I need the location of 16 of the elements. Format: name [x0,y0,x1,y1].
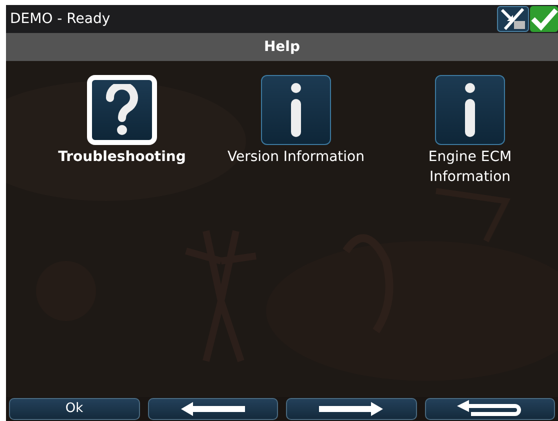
ok-button[interactable]: Ok [9,398,140,420]
return-arrow-icon [456,400,523,418]
question-icon[interactable] [87,75,157,145]
item-label[interactable]: Troubleshooting [47,147,197,167]
left-button[interactable] [148,398,278,420]
item-label[interactable]: Engine ECM Information [395,147,545,187]
info-icon[interactable] [435,75,505,145]
right-button[interactable] [286,398,416,420]
return-button[interactable] [424,398,555,420]
header-title: Help [264,38,300,56]
item-label[interactable]: Version Information [221,147,371,167]
check-icon[interactable] [530,6,558,32]
info-icon[interactable] [261,75,331,145]
right-arrow-icon [319,402,384,416]
window-title: DEMO - Ready [10,10,110,28]
left-arrow-icon [180,402,245,416]
